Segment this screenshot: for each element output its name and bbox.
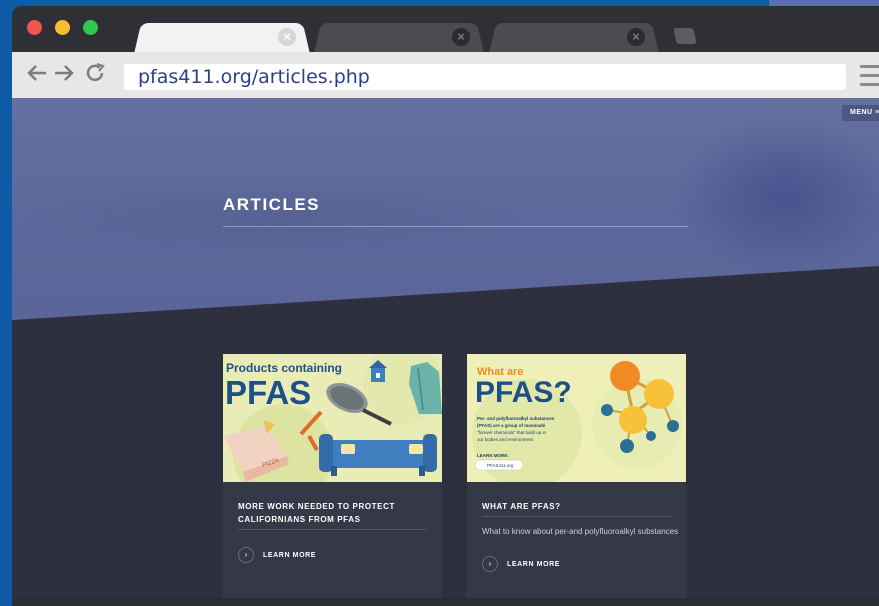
tab-2[interactable]: × [314,20,484,54]
title-bar: × × × [12,6,879,54]
article-thumbnail[interactable]: What are PFAS? Per- and polyfluoroalkyl … [467,354,686,482]
article-title[interactable]: WHAT ARE PFAS? [482,500,672,513]
learn-more-link[interactable]: › LEARN MORE [238,547,316,563]
thumb-body-line: "forever chemicals" that build up in [477,430,546,435]
tab-close-icon[interactable]: × [627,28,645,46]
thumb-body-line: our bodies and environment. [477,437,534,442]
thumb-heading-big: PFAS [225,374,311,411]
thumb-heading-big: PFAS? [475,376,572,409]
thumb-site-link: PFAS411.org [487,463,514,468]
reload-icon[interactable] [84,62,106,89]
page-title: ARTICLES [223,195,320,214]
browser-menu-icon[interactable] [860,65,879,92]
title-divider [223,226,688,227]
hero-banner [12,98,879,320]
article-card[interactable]: Products containing PFAS PIZZA MORE WORK… [223,354,442,598]
learn-more-label: LEARN MORE [507,560,561,568]
close-window-button[interactable] [27,20,42,35]
back-arrow-icon[interactable] [26,62,48,89]
thumb-learn-more: LEARN MORE: [477,453,509,458]
chevron-right-icon: › [238,547,254,563]
tab-3[interactable]: × [489,20,659,54]
navigation-bar: pfas411.org/articles.php [12,52,879,98]
card-divider [482,516,671,517]
new-tab-button[interactable] [673,28,697,44]
article-title[interactable]: MORE WORK NEEDED TO PROTECT CALIFORNIANS… [238,500,428,526]
forward-arrow-icon[interactable] [53,62,75,89]
thumb-heading-small: Products containing [226,361,342,375]
thumb-body-line: Per- and polyfluoroalkyl substances [477,416,555,421]
tab-close-icon[interactable]: × [278,28,296,46]
maximize-window-button[interactable] [83,20,98,35]
minimize-window-button[interactable] [55,20,70,35]
thumb-body-line: (PFAS) are a group of manmade [477,423,546,428]
article-description: What to know about per-and polyfluoroalk… [482,527,679,536]
address-bar[interactable]: pfas411.org/articles.php [124,64,846,90]
site-menu-button[interactable]: MENU ≡ [842,105,879,121]
url-text: pfas411.org/articles.php [138,66,370,88]
article-card[interactable]: What are PFAS? Per- and polyfluoroalkyl … [467,354,686,598]
tab-close-icon[interactable]: × [452,28,470,46]
card-divider [238,529,427,530]
learn-more-label: LEARN MORE [263,551,317,559]
browser-window: × × × pfas411.org/articles.php MENU ≡ AR… [12,6,879,606]
learn-more-link[interactable]: › LEARN MORE [482,556,560,572]
tab-1[interactable]: × [134,20,310,54]
web-page: MENU ≡ ARTICLES Products containing PFAS [12,98,879,598]
chevron-right-icon: › [482,556,498,572]
article-thumbnail[interactable]: Products containing PFAS PIZZA [223,354,442,482]
